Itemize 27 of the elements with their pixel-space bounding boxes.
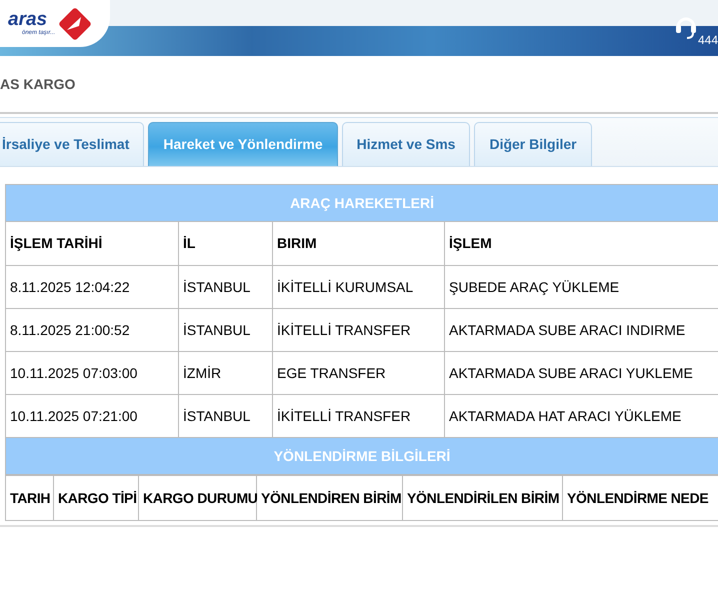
table-cell: EGE TRANSFER [272,352,444,394]
tab[interactable]: Hizmet ve Sms [342,122,470,166]
column-header: YÖNLENDİRİLEN BİRİM [402,476,562,520]
tab[interactable]: Diğer Bilgiler [474,122,592,166]
column-header: KARGO TİPİ [54,476,138,520]
logo-text: aras [8,10,48,29]
company-name: AS KARGO [0,74,76,94]
table-cell: İSTANBUL [178,308,272,352]
table-cell: İSTANBUL [178,266,272,308]
table-cell: İKİTELLİ TRANSFER [272,308,444,352]
table-cell: İKİTELLİ KURUMSAL [272,266,444,308]
table-title: ARAÇ HAREKETLERİ [6,184,718,222]
table-cell: 8.11.2025 12:04:22 [6,266,178,308]
column-header: YÖNLENDİREN BİRİM [256,476,402,520]
column-header: İL [178,222,272,266]
table-cell: 10.11.2025 07:03:00 [6,352,178,394]
column-header: KARGO DURUMU [138,476,256,520]
column-header: TARIH [6,476,54,520]
table-cell: İZMİR [178,352,272,394]
tab[interactable]: Hareket ve Yönlendirme [148,122,338,166]
column-header: BIRIM [272,222,444,266]
tab[interactable]: İrsaliye ve Teslimat [0,122,144,166]
column-header: YÖNLENDİRME NEDE [562,476,718,520]
phone-number: 444 [698,34,718,46]
table-title: YÖNLENDİRME BİLGİLERİ [6,438,718,474]
table-cell: 8.11.2025 21:00:52 [6,308,178,352]
column-header: İŞLEM TARİHİ [6,222,178,266]
